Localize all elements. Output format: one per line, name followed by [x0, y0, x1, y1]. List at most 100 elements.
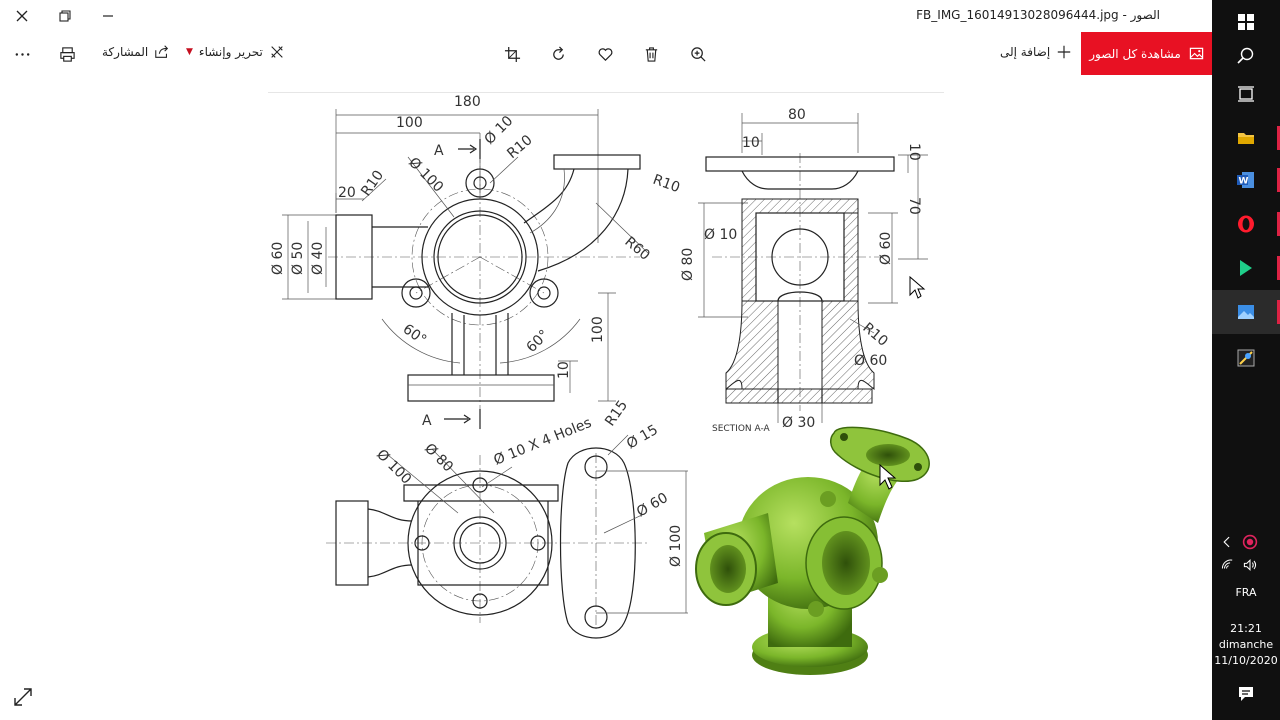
dim-70: 70	[906, 197, 922, 215]
add-to-button[interactable]: إضافة إلى	[1000, 44, 1072, 60]
dim-dia-100-lug: Ø 100	[668, 525, 684, 567]
section-label-a-top: A	[434, 143, 444, 159]
plus-icon	[1057, 45, 1071, 59]
dim-80: 80	[788, 107, 806, 123]
dim-angle-60-right: 60°	[524, 327, 553, 356]
dim-100-height: 100	[590, 316, 606, 343]
dim-dia-80: Ø 80	[680, 248, 696, 281]
clock-day: dimanche	[1218, 638, 1274, 651]
folder-icon	[1238, 133, 1254, 144]
dim-100: 100	[396, 115, 423, 131]
image-viewer[interactable]: 180 100 Ø 10 R10 A Ø 100 R10 20 R10 Ø 60…	[268, 92, 944, 682]
share-label: المشاركة	[102, 45, 149, 59]
dim-dia-60: Ø 60	[270, 242, 286, 275]
taskbar-video-editor[interactable]	[1212, 246, 1280, 290]
dim-dia-10: Ø 10	[482, 113, 517, 148]
restore-button[interactable]	[43, 0, 87, 32]
section-label-a-bottom: A	[422, 413, 432, 429]
dim-dia-100: Ø 100	[405, 155, 446, 196]
dim-r10-right: R10	[651, 172, 682, 196]
taskbar-opera[interactable]	[1212, 202, 1280, 246]
crop-button[interactable]	[500, 42, 524, 66]
edit-create-label: تحرير وإنشاء	[198, 45, 263, 59]
windows-taskbar: W FRA 21:21 dimanche 11/10/2020	[1212, 0, 1280, 720]
notification-icon	[1239, 687, 1253, 701]
fullscreen-button[interactable]	[12, 686, 34, 708]
close-icon	[16, 10, 28, 22]
clock-time[interactable]: 21:21	[1212, 622, 1280, 635]
rotate-icon	[552, 46, 564, 60]
video-app-icon	[1240, 260, 1252, 276]
top-view: 180 100 Ø 10 R10 A Ø 100 R10 20 R10 Ø 60…	[270, 94, 682, 429]
taskbar-media-app[interactable]	[1212, 336, 1280, 380]
dim-dia-100-bottom: Ø 100	[373, 447, 414, 488]
dim-r15: R15	[602, 398, 631, 430]
svg-text:W: W	[1239, 177, 1249, 187]
photos-app-window: الصور - FB_IMG_16014913028096444.jpg الم…	[0, 0, 1212, 720]
section-caption: SECTION A-A	[712, 424, 771, 434]
dim-r60: R60	[621, 234, 652, 264]
dim-dia-60-section: Ø 60	[878, 232, 894, 265]
input-language[interactable]: FRA	[1212, 586, 1280, 599]
print-button[interactable]	[55, 42, 79, 66]
heart-icon	[598, 47, 612, 61]
see-all-photos-button[interactable]: مشاهدة كل الصور	[1081, 32, 1212, 75]
action-center-button[interactable]	[1212, 672, 1280, 716]
dim-dia-50: Ø 50	[290, 242, 306, 275]
windows-logo-icon	[1238, 14, 1254, 30]
task-view-icon	[1238, 86, 1254, 102]
zoom-in-icon	[690, 46, 706, 62]
favorite-button[interactable]	[593, 42, 617, 66]
restore-icon	[59, 10, 71, 22]
share-button[interactable]: المشاركة	[102, 44, 170, 60]
media-app-icon	[1237, 349, 1255, 367]
title-bar: الصور - FB_IMG_16014913028096444.jpg	[0, 0, 1212, 32]
printer-icon	[59, 46, 75, 62]
see-all-photos-label: مشاهدة كل الصور	[1089, 46, 1181, 61]
network-volume-tray[interactable]	[1212, 546, 1280, 584]
rotate-button[interactable]	[546, 42, 570, 66]
taskbar-word[interactable]: W	[1212, 158, 1280, 202]
delete-button[interactable]	[639, 42, 663, 66]
dim-r10-left: R10	[358, 168, 387, 200]
dim-180: 180	[454, 94, 481, 110]
task-view-button[interactable]	[1212, 72, 1280, 116]
dim-10-width: 10	[742, 135, 760, 151]
clock-date: 11/10/2020	[1214, 654, 1278, 667]
dim-dia-60-bottom: Ø 60	[854, 353, 887, 369]
minimize-button[interactable]	[86, 0, 130, 32]
dim-dia-30: Ø 30	[782, 415, 815, 431]
dim-10-thickness: 10	[906, 143, 922, 161]
toolbar: المشاركة ▼ تحرير وإنشاء إضافة إلى	[0, 32, 1212, 76]
dim-dia-15: Ø 15	[624, 422, 661, 453]
mouse-cursor	[909, 275, 926, 299]
3d-model-render	[695, 426, 930, 675]
photos-app-icon	[1238, 305, 1254, 319]
dim-holes: Ø 10 X 4 Holes	[492, 415, 594, 469]
taskbar-photos[interactable]	[1212, 290, 1280, 334]
dim-angle-60-left: 60°	[400, 321, 430, 348]
dim-dia-60-lug: Ø 60	[634, 490, 671, 521]
expand-icon	[14, 688, 32, 706]
close-button[interactable]	[0, 0, 44, 32]
technical-drawing: 180 100 Ø 10 R10 A Ø 100 R10 20 R10 Ø 60…	[270, 94, 930, 675]
dim-dia-80-bottom: Ø 80	[421, 441, 456, 476]
trash-icon	[645, 46, 657, 62]
dim-10-flange: 10	[556, 361, 572, 379]
search-icon	[1237, 47, 1254, 64]
volume-icon	[1243, 558, 1257, 572]
dim-20: 20	[338, 185, 356, 201]
dim-r10-section: R10	[859, 320, 890, 350]
bottom-view: Ø 100 Ø 80 Ø 10 X 4 Holes R15 Ø 15 Ø 60 …	[326, 398, 688, 639]
opera-icon	[1238, 215, 1254, 233]
more-dots-icon	[15, 52, 29, 56]
more-options-button[interactable]	[10, 42, 34, 66]
zoom-button[interactable]	[686, 42, 710, 66]
dim-dia-40: Ø 40	[310, 242, 326, 275]
edit-create-button[interactable]: ▼ تحرير وإنشاء	[186, 44, 285, 60]
wifi-icon	[1221, 559, 1233, 569]
taskbar-file-explorer[interactable]	[1212, 116, 1280, 160]
dim-r10-top: R10	[504, 132, 535, 162]
share-icon	[155, 45, 169, 58]
minimize-icon	[103, 15, 113, 17]
